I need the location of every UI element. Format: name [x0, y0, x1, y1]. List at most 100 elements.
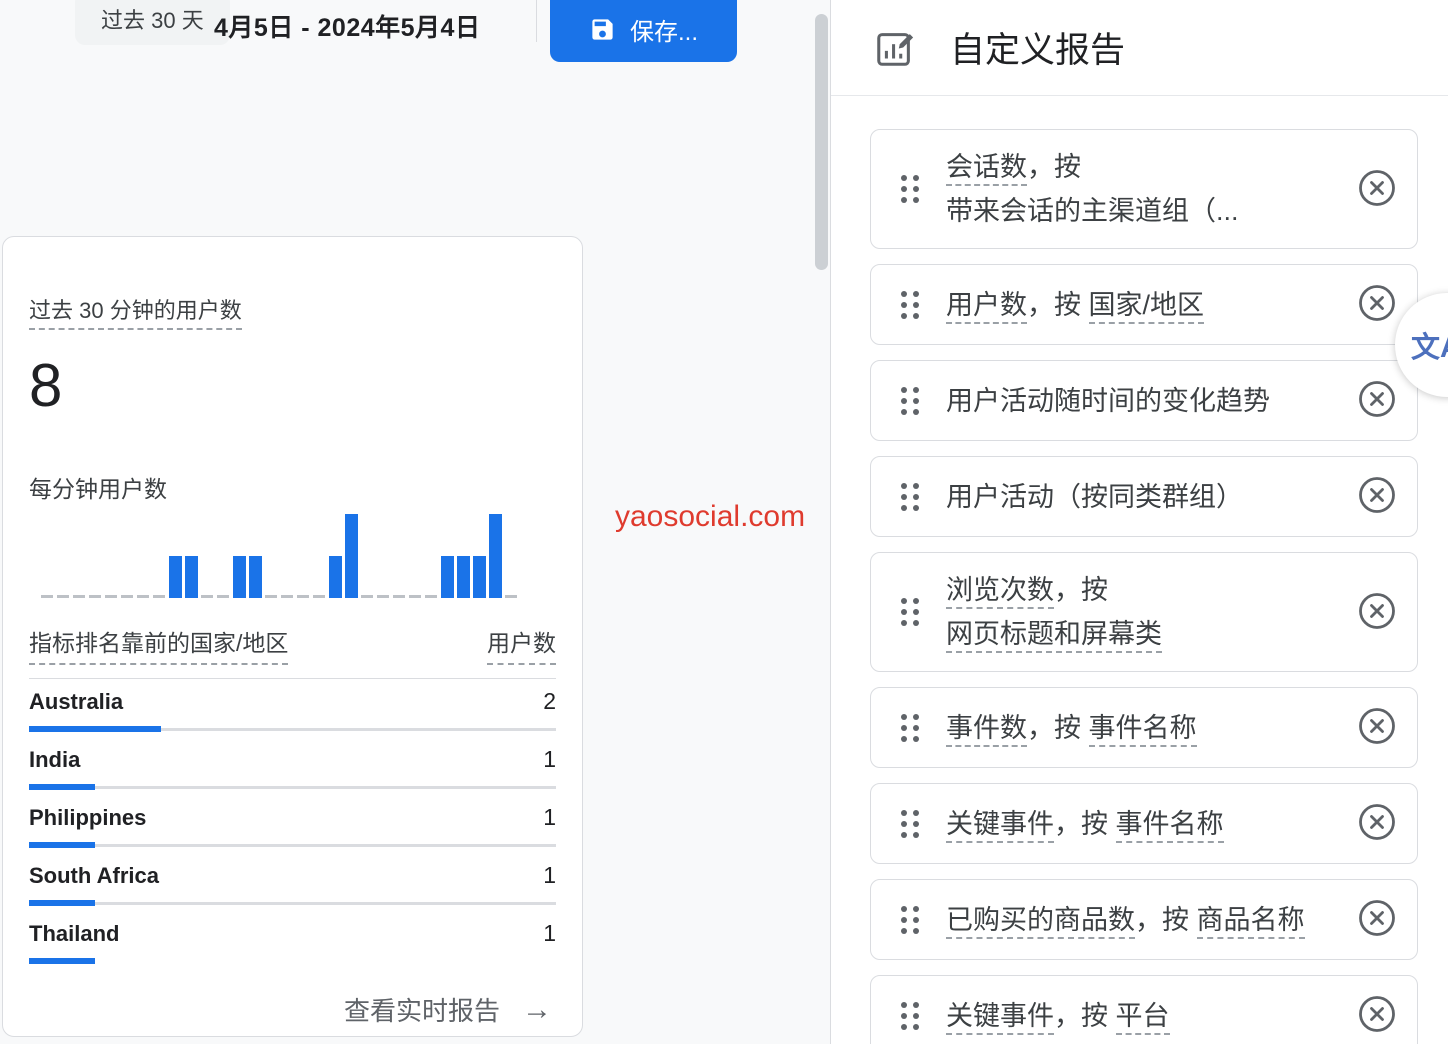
date-range-label: 4月5日 - 2024年5月4日 — [214, 8, 480, 44]
report-card[interactable]: 浏览次数，按网页标题和屏幕类 — [870, 552, 1418, 672]
minute-empty-tick — [313, 595, 326, 598]
table-row: Thailand 1 — [29, 911, 556, 969]
report-card[interactable]: 事件数，按 事件名称 — [870, 687, 1418, 768]
minute-bar — [233, 556, 246, 598]
remove-card-button[interactable] — [1355, 706, 1399, 750]
report-card-list: 会话数，按带来会话的主渠道组（... 用户数，按 国家/地区用户活动随时间的变化趋… — [831, 96, 1448, 1044]
country-name: Philippines — [29, 805, 146, 831]
view-realtime-link[interactable]: 查看实时报告 → — [344, 991, 552, 1028]
minute-bar — [185, 556, 198, 598]
watermark: yaosocial.com — [615, 500, 805, 534]
drag-handle-icon[interactable] — [901, 714, 919, 742]
country-users-value: 2 — [543, 688, 556, 715]
save-button[interactable]: 保存... — [550, 0, 737, 62]
report-card[interactable]: 用户数，按 国家/地区 — [870, 264, 1418, 345]
country-bar — [29, 958, 556, 964]
panel-title: 自定义报告 — [950, 22, 1125, 73]
table-row: India 1 — [29, 737, 556, 795]
users-30min-title: 过去 30 分钟的用户数 — [29, 298, 242, 330]
users-per-minute-chart — [29, 510, 556, 598]
remove-card-button[interactable] — [1355, 283, 1399, 327]
remove-card-button[interactable] — [1355, 379, 1399, 423]
country-name: Australia — [29, 689, 123, 715]
report-card-label: 事件数，按 事件名称 — [946, 706, 1355, 750]
custom-report-panel-header: 自定义报告 — [831, 0, 1448, 96]
country-bar — [29, 784, 556, 790]
scrollbar-thumb[interactable] — [815, 14, 828, 270]
drag-handle-icon[interactable] — [901, 483, 919, 511]
report-card-label: 关键事件，按 事件名称 — [946, 802, 1355, 846]
top-countries-table: Australia 2 India 1 Philippines 1 South Africa… — [29, 679, 556, 969]
report-card-label: 会话数，按带来会话的主渠道组（... — [946, 145, 1355, 233]
minute-empty-tick — [73, 595, 86, 598]
country-name: India — [29, 747, 80, 773]
country-users-value: 1 — [543, 804, 556, 831]
users-column-header: 用户数 — [487, 624, 556, 665]
remove-card-button[interactable] — [1355, 167, 1399, 211]
remove-card-button[interactable] — [1355, 475, 1399, 519]
minute-empty-tick — [393, 595, 406, 598]
minute-empty-tick — [361, 595, 374, 598]
minute-bar — [441, 556, 454, 598]
minute-empty-tick — [297, 595, 310, 598]
users-30min-value: 8 — [29, 351, 556, 420]
table-row: Philippines 1 — [29, 795, 556, 853]
drag-handle-icon[interactable] — [901, 291, 919, 319]
date-range-chip[interactable]: 过去 30 天 — [75, 0, 230, 45]
bar-chart-edit-icon — [874, 27, 916, 69]
save-button-label: 保存... — [630, 12, 698, 47]
remove-card-button[interactable] — [1355, 898, 1399, 942]
report-card[interactable]: 会话数，按带来会话的主渠道组（... — [870, 129, 1418, 249]
report-card-label: 用户数，按 国家/地区 — [946, 283, 1355, 327]
minute-empty-tick — [153, 595, 166, 598]
country-name: Thailand — [29, 921, 119, 947]
remove-card-button[interactable] — [1355, 802, 1399, 846]
country-bar — [29, 842, 556, 848]
users-per-minute-label: 每分钟用户数 — [29, 470, 556, 504]
country-users-value: 1 — [543, 862, 556, 889]
remove-card-button[interactable] — [1355, 590, 1399, 634]
country-users-value: 1 — [543, 920, 556, 947]
report-card[interactable]: 已购买的商品数，按 商品名称 — [870, 879, 1418, 960]
country-name: South Africa — [29, 863, 159, 889]
minute-bar — [489, 514, 502, 598]
minute-empty-tick — [201, 595, 214, 598]
report-card[interactable]: 关键事件，按 平台 — [870, 975, 1418, 1044]
report-card[interactable]: 用户活动（按同类群组） — [870, 456, 1418, 537]
minute-empty-tick — [137, 595, 150, 598]
report-card[interactable]: 关键事件，按 事件名称 — [870, 783, 1418, 864]
floppy-disk-icon — [589, 16, 616, 43]
drag-handle-icon[interactable] — [901, 1002, 919, 1030]
drag-handle-icon[interactable] — [901, 175, 919, 203]
minute-empty-tick — [377, 595, 390, 598]
top-countries-column-header: 指标排名靠前的国家/地区 — [29, 624, 288, 665]
main-area: 过去 30 天 4月5日 - 2024年5月4日 保存... 过去 30 分钟的… — [0, 0, 830, 1044]
minute-empty-tick — [265, 595, 278, 598]
report-card-label: 浏览次数，按网页标题和屏幕类 — [946, 568, 1355, 656]
country-users-value: 1 — [543, 746, 556, 773]
report-card-label: 关键事件，按 平台 — [946, 994, 1355, 1038]
remove-card-button[interactable] — [1355, 994, 1399, 1038]
minute-empty-tick — [105, 595, 118, 598]
minute-empty-tick — [89, 595, 102, 598]
minute-bar — [249, 556, 262, 598]
report-card-label: 用户活动（按同类群组） — [946, 475, 1355, 519]
country-bar — [29, 726, 556, 732]
minute-empty-tick — [409, 595, 422, 598]
arrow-right-icon: → — [522, 995, 552, 1025]
minute-empty-tick — [217, 595, 230, 598]
table-row: Australia 2 — [29, 679, 556, 737]
minute-empty-tick — [425, 595, 438, 598]
report-card[interactable]: 用户活动随时间的变化趋势 — [870, 360, 1418, 441]
topbar-divider — [536, 0, 537, 42]
drag-handle-icon[interactable] — [901, 810, 919, 838]
report-card-label: 用户活动随时间的变化趋势 — [946, 379, 1355, 423]
minute-empty-tick — [121, 595, 134, 598]
custom-report-panel: 自定义报告 会话数，按带来会话的主渠道组（... 用户数，按 国家/地区用户活动随… — [830, 0, 1448, 1044]
minute-empty-tick — [281, 595, 294, 598]
drag-handle-icon[interactable] — [901, 387, 919, 415]
report-card-label: 已购买的商品数，按 商品名称 — [946, 898, 1355, 942]
drag-handle-icon[interactable] — [901, 598, 919, 626]
drag-handle-icon[interactable] — [901, 906, 919, 934]
minute-bar — [169, 556, 182, 598]
